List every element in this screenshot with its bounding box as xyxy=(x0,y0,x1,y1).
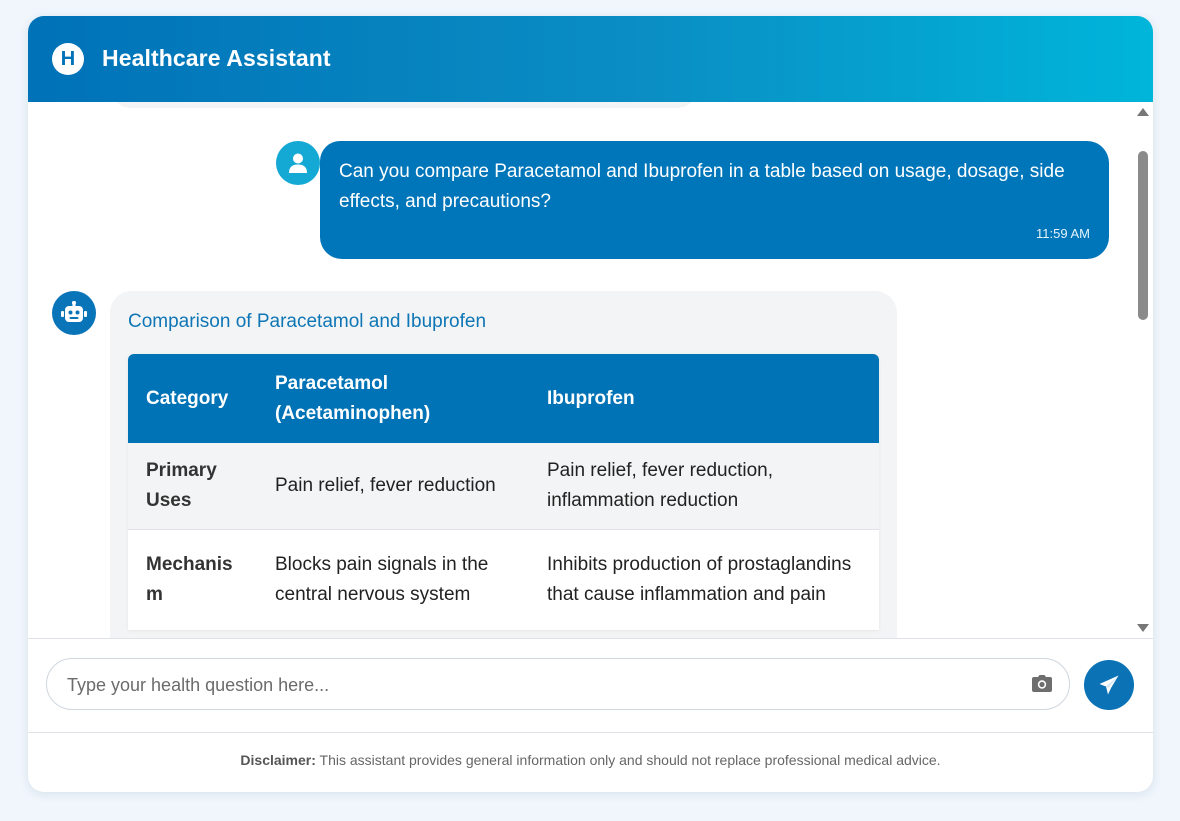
scroll-down-arrow-icon[interactable] xyxy=(1137,624,1149,632)
user-avatar xyxy=(276,141,320,185)
robot-icon xyxy=(61,301,87,322)
table-cell: Pain relief, fever reduction xyxy=(275,475,496,496)
scroll-up-arrow-icon[interactable] xyxy=(1137,108,1149,116)
message-list[interactable]: Can you compare Paracetamol and Ibuprofe… xyxy=(28,102,1153,638)
header: H Healthcare Assistant xyxy=(28,16,1153,102)
paper-plane-icon xyxy=(1099,675,1119,695)
table-cell: Pain relief, fever reduction, inflammati… xyxy=(547,460,774,511)
camera-icon[interactable] xyxy=(1031,674,1053,694)
scrollbar[interactable] xyxy=(1134,102,1153,638)
user-message-text: Can you compare Paracetamol and Ibuprofe… xyxy=(339,161,1065,212)
column-header: Ibuprofen xyxy=(547,387,635,409)
response-heading: Comparison of Paracetamol and Ibuprofen xyxy=(128,311,487,332)
disclaimer-label: Disclaimer: xyxy=(240,752,316,768)
table-row: Primary Uses Pain relief, fever reductio… xyxy=(128,443,879,530)
user-icon xyxy=(289,153,307,173)
table-row: Mechanism Blocks pain signals in the cen… xyxy=(128,530,879,630)
comparison-table: Category Paracetamol (Acetaminophen) Ibu… xyxy=(128,354,879,630)
row-label: Primary Uses xyxy=(146,460,217,511)
send-button[interactable] xyxy=(1084,660,1134,710)
bot-avatar xyxy=(52,291,96,335)
previous-message-bubble xyxy=(112,102,696,108)
message-input[interactable] xyxy=(65,671,1019,699)
table-cell: Blocks pain signals in the central nervo… xyxy=(275,554,489,605)
composer xyxy=(28,638,1153,733)
bot-message: Comparison of Paracetamol and Ibuprofen … xyxy=(110,291,897,638)
disclaimer-text: This assistant provides general informat… xyxy=(315,752,941,768)
app-title: Healthcare Assistant xyxy=(102,45,331,71)
row-label: Mechanism xyxy=(146,554,233,605)
user-message: Can you compare Paracetamol and Ibuprofe… xyxy=(320,141,1109,259)
message-input-box[interactable] xyxy=(46,658,1070,710)
scrollbar-thumb[interactable] xyxy=(1138,151,1148,320)
logo-icon: H xyxy=(52,43,84,75)
disclaimer: Disclaimer: This assistant provides gene… xyxy=(28,752,1153,768)
table-header-row: Category Paracetamol (Acetaminophen) Ibu… xyxy=(128,354,879,443)
chat-window: H Healthcare Assistant Can you compare P… xyxy=(28,16,1153,792)
table-cell: Inhibits production of prostaglandins th… xyxy=(547,554,852,605)
message-timestamp: 11:59 AM xyxy=(1036,226,1090,241)
column-header: Paracetamol (Acetaminophen) xyxy=(275,372,431,424)
column-header: Category xyxy=(146,387,229,409)
